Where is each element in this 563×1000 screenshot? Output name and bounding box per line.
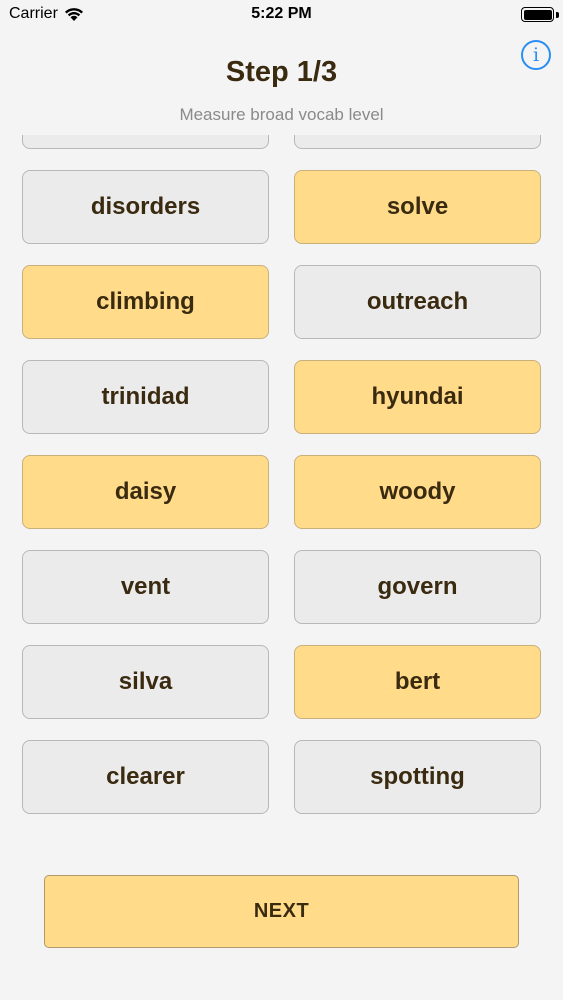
word-option-govern[interactable]: govern bbox=[294, 550, 541, 624]
word-row: vent govern bbox=[0, 550, 563, 624]
word-option-trinidad[interactable]: trinidad bbox=[22, 360, 269, 434]
page-subtitle: Measure broad vocab level bbox=[179, 105, 384, 124]
word-option-disorders[interactable]: disorders bbox=[22, 170, 269, 244]
status-time: 5:22 PM bbox=[251, 5, 312, 22]
next-button[interactable]: NEXT bbox=[44, 875, 519, 948]
word-option-climbing[interactable]: climbing bbox=[22, 265, 269, 339]
word-option-woody[interactable]: woody bbox=[294, 455, 541, 529]
word-row: clearer spotting bbox=[0, 740, 563, 814]
word-option-bert[interactable]: bert bbox=[294, 645, 541, 719]
page-title: Step 1/3 bbox=[225, 56, 338, 88]
battery-icon bbox=[521, 7, 554, 22]
word-option-solve[interactable]: solve bbox=[294, 170, 541, 244]
word-row: silva bert bbox=[0, 645, 563, 719]
word-option-partial[interactable] bbox=[22, 135, 269, 149]
battery-tip bbox=[556, 12, 559, 18]
word-grid[interactable]: disorders solve climbing outreach trinidad hy… bbox=[0, 135, 563, 835]
word-option-spotting[interactable]: spotting bbox=[294, 740, 541, 814]
word-row: trinidad hyundai bbox=[0, 360, 563, 434]
word-option-outreach[interactable]: outreach bbox=[294, 265, 541, 339]
word-option-daisy[interactable]: daisy bbox=[22, 455, 269, 529]
word-option-vent[interactable]: vent bbox=[22, 550, 269, 624]
word-row: disorders solve bbox=[0, 170, 563, 244]
status-bar: Carrier 5:22 PM bbox=[0, 0, 563, 30]
word-option-partial[interactable] bbox=[294, 135, 541, 149]
battery-fill bbox=[523, 9, 552, 20]
word-option-hyundai[interactable]: hyundai bbox=[294, 360, 541, 434]
word-row bbox=[0, 135, 563, 149]
word-row: daisy woody bbox=[0, 455, 563, 529]
word-row: climbing outreach bbox=[0, 265, 563, 339]
word-option-clearer[interactable]: clearer bbox=[22, 740, 269, 814]
word-option-silva[interactable]: silva bbox=[22, 645, 269, 719]
